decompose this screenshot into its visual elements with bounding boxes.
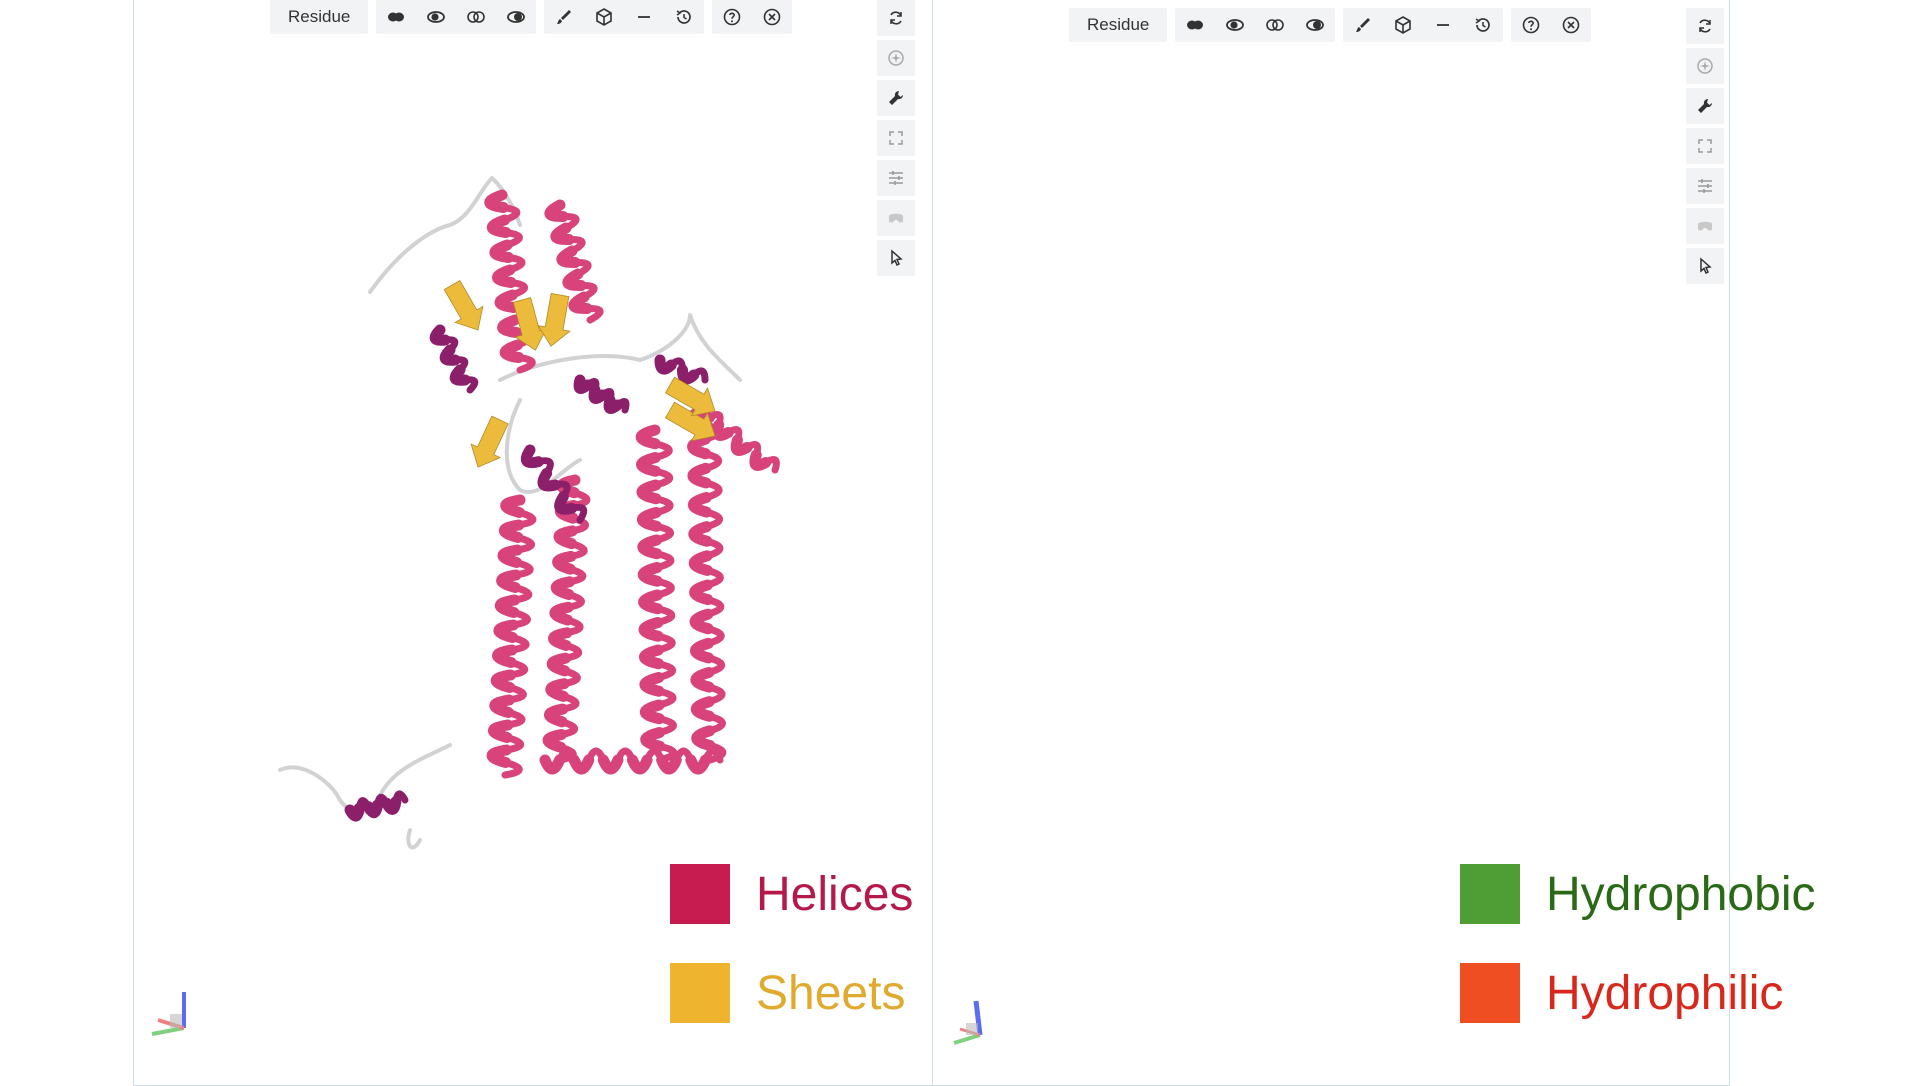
toolbar-right: Residue — [1069, 8, 1592, 42]
axes-gizmo-left — [151, 992, 186, 1036]
axes-gizmo-right — [953, 1000, 983, 1045]
sheets-swatch — [670, 963, 730, 1023]
pointer-icon[interactable] — [1686, 248, 1724, 284]
wrench-icon[interactable] — [1686, 88, 1724, 124]
mode-selector[interactable]: Residue — [1069, 8, 1168, 42]
sheet-arrow — [537, 292, 571, 347]
hydrophobic-swatch — [1460, 864, 1520, 924]
hydrophobic-label: Hydrophobic — [1546, 867, 1816, 921]
close-icon[interactable] — [1559, 13, 1583, 37]
sidebar-right — [1686, 8, 1724, 284]
legend-item-hydrophilic: Hydrophilic — [1460, 963, 1783, 1023]
legend-item-hydrophobic: Hydrophobic — [1460, 864, 1815, 924]
cartoon-icon[interactable] — [1183, 13, 1207, 37]
help-icon[interactable] — [1519, 13, 1543, 37]
outline-icon[interactable] — [1263, 13, 1287, 37]
minus-icon[interactable] — [1431, 13, 1455, 37]
legend-item-sheets: Sheets — [670, 963, 905, 1023]
sheets-label: Sheets — [756, 966, 906, 1020]
coil-segment — [406, 828, 422, 850]
helix-ribbon — [501, 759, 523, 779]
cube-icon[interactable] — [1391, 13, 1415, 37]
history-icon[interactable] — [1471, 13, 1495, 37]
helix-ribbon — [762, 455, 780, 474]
mode-label: Residue — [1087, 15, 1150, 34]
fullscreen-icon[interactable] — [1686, 128, 1724, 164]
hydrophilic-label: Hydrophilic — [1546, 966, 1784, 1020]
helix-ribbon — [515, 354, 536, 374]
helices-swatch — [670, 864, 730, 924]
half-toggle-icon[interactable] — [1223, 13, 1247, 37]
spin-icon[interactable] — [1686, 48, 1724, 84]
brush-icon[interactable] — [1351, 13, 1375, 37]
rotate-icon[interactable] — [1686, 8, 1724, 44]
hydrophilic-swatch — [1460, 963, 1520, 1023]
filled-toggle-icon[interactable] — [1303, 13, 1327, 37]
vr-icon[interactable] — [1686, 208, 1724, 244]
helices-label: Helices — [756, 867, 914, 921]
sliders-icon[interactable] — [1686, 168, 1724, 204]
sheet-arrow — [443, 279, 484, 331]
legend-item-helices: Helices — [670, 864, 913, 924]
helix-ribbon — [583, 304, 604, 324]
